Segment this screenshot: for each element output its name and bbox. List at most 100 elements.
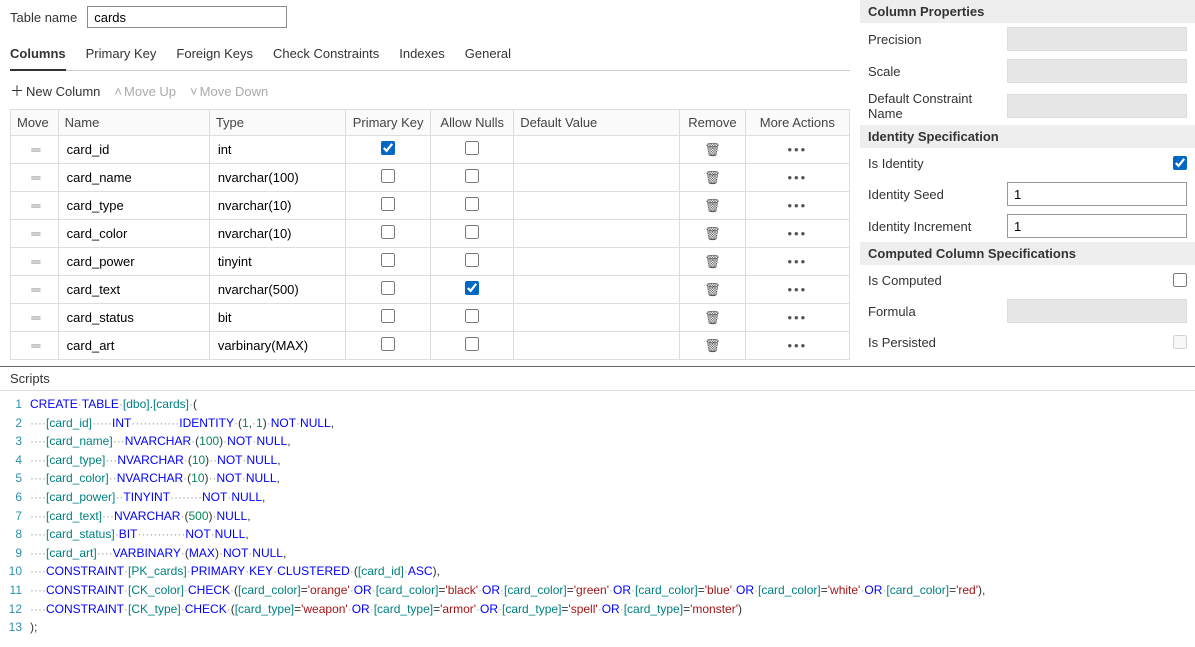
allow-nulls-checkbox[interactable] (465, 281, 479, 295)
primary-key-checkbox[interactable] (381, 197, 395, 211)
allow-nulls-checkbox[interactable] (465, 225, 479, 239)
identity-seed-input[interactable] (1007, 182, 1187, 206)
more-actions-button[interactable]: ••• (787, 226, 807, 241)
precision-input (1007, 27, 1187, 51)
column-type-input[interactable] (216, 280, 339, 299)
column-type-input[interactable] (216, 224, 339, 243)
drag-handle-icon[interactable]: ═ (11, 248, 59, 276)
formula-label: Formula (868, 304, 1001, 319)
table-row: ═ 🗑 ••• (11, 248, 850, 276)
column-name-input[interactable] (65, 252, 203, 271)
more-actions-button[interactable]: ••• (787, 282, 807, 297)
table-row: ═ 🗑 ••• (11, 136, 850, 164)
precision-label: Precision (868, 32, 1001, 47)
primary-key-checkbox[interactable] (381, 253, 395, 267)
default-value-input[interactable] (520, 336, 673, 355)
column-name-input[interactable] (65, 336, 203, 355)
default-value-input[interactable] (520, 140, 673, 159)
column-name-input[interactable] (65, 140, 203, 159)
column-type-input[interactable] (216, 196, 339, 215)
default-value-input[interactable] (520, 196, 673, 215)
table-row: ═ 🗑 ••• (11, 192, 850, 220)
drag-handle-icon[interactable]: ═ (11, 164, 59, 192)
primary-key-checkbox[interactable] (381, 141, 395, 155)
tab-columns[interactable]: Columns (10, 42, 66, 71)
col-header-type: Type (209, 110, 345, 136)
column-type-input[interactable] (216, 140, 339, 159)
trash-icon[interactable]: 🗑 (704, 282, 721, 297)
trash-icon[interactable]: 🗑 (704, 254, 721, 269)
column-name-input[interactable] (65, 224, 203, 243)
column-name-input[interactable] (65, 308, 203, 327)
column-type-input[interactable] (216, 308, 339, 327)
tab-foreign-keys[interactable]: Foreign Keys (176, 42, 253, 70)
column-name-input[interactable] (65, 168, 203, 187)
drag-handle-icon[interactable]: ═ (11, 304, 59, 332)
more-actions-button[interactable]: ••• (787, 170, 807, 185)
tab-check-constraints[interactable]: Check Constraints (273, 42, 379, 70)
allow-nulls-checkbox[interactable] (465, 169, 479, 183)
default-value-input[interactable] (520, 252, 673, 271)
is-persisted-label: Is Persisted (868, 335, 1167, 350)
trash-icon[interactable]: 🗑 (704, 310, 721, 325)
new-column-button[interactable]: ＋New Column (10, 81, 100, 101)
more-actions-button[interactable]: ••• (787, 310, 807, 325)
identity-increment-input[interactable] (1007, 214, 1187, 238)
column-type-input[interactable] (216, 168, 339, 187)
table-row: ═ 🗑 ••• (11, 332, 850, 360)
tab-general[interactable]: General (465, 42, 511, 70)
drag-handle-icon[interactable]: ═ (11, 276, 59, 304)
allow-nulls-checkbox[interactable] (465, 309, 479, 323)
columns-grid: Move Name Type Primary Key Allow Nulls D… (10, 109, 850, 360)
identity-increment-label: Identity Increment (868, 219, 1001, 234)
tab-primary-key[interactable]: Primary Key (86, 42, 157, 70)
trash-icon[interactable]: 🗑 (704, 226, 721, 241)
is-computed-label: Is Computed (868, 273, 1167, 288)
more-actions-button[interactable]: ••• (787, 338, 807, 353)
more-actions-button[interactable]: ••• (787, 142, 807, 157)
allow-nulls-checkbox[interactable] (465, 141, 479, 155)
allow-nulls-checkbox[interactable] (465, 253, 479, 267)
default-constraint-label: Default Constraint Name (868, 91, 1001, 121)
primary-key-checkbox[interactable] (381, 337, 395, 351)
drag-handle-icon[interactable]: ═ (11, 136, 59, 164)
drag-handle-icon[interactable]: ═ (11, 192, 59, 220)
trash-icon[interactable]: 🗑 (704, 338, 721, 353)
primary-key-checkbox[interactable] (381, 281, 395, 295)
move-up-button[interactable]: ˄Move Up (114, 84, 176, 99)
is-identity-checkbox[interactable] (1173, 156, 1187, 170)
column-name-input[interactable] (65, 280, 203, 299)
allow-nulls-checkbox[interactable] (465, 197, 479, 211)
col-header-pk: Primary Key (346, 110, 431, 136)
primary-key-checkbox[interactable] (381, 309, 395, 323)
column-type-input[interactable] (216, 252, 339, 271)
script-editor[interactable]: 1CREATE·TABLE·[dbo].[cards]·(2····[card_… (0, 391, 1195, 647)
primary-key-checkbox[interactable] (381, 225, 395, 239)
drag-handle-icon[interactable]: ═ (11, 220, 59, 248)
more-actions-button[interactable]: ••• (787, 198, 807, 213)
default-constraint-input (1007, 94, 1187, 118)
col-header-name: Name (58, 110, 209, 136)
default-value-input[interactable] (520, 168, 673, 187)
default-value-input[interactable] (520, 224, 673, 243)
trash-icon[interactable]: 🗑 (704, 170, 721, 185)
is-identity-label: Is Identity (868, 156, 1167, 171)
table-name-input[interactable] (87, 6, 287, 28)
trash-icon[interactable]: 🗑 (704, 142, 721, 157)
column-type-input[interactable] (216, 336, 339, 355)
drag-handle-icon[interactable]: ═ (11, 332, 59, 360)
is-computed-checkbox[interactable] (1173, 273, 1187, 287)
primary-key-checkbox[interactable] (381, 169, 395, 183)
default-value-input[interactable] (520, 280, 673, 299)
allow-nulls-checkbox[interactable] (465, 337, 479, 351)
tab-indexes[interactable]: Indexes (399, 42, 445, 70)
default-value-input[interactable] (520, 308, 673, 327)
more-actions-button[interactable]: ••• (787, 254, 807, 269)
table-row: ═ 🗑 ••• (11, 164, 850, 192)
properties-panel: Column Properties Precision Scale Defaul… (860, 0, 1195, 360)
move-down-button[interactable]: ˅Move Down (190, 84, 268, 99)
column-properties-title: Column Properties (860, 0, 1195, 23)
table-row: ═ 🗑 ••• (11, 220, 850, 248)
trash-icon[interactable]: 🗑 (704, 198, 721, 213)
column-name-input[interactable] (65, 196, 203, 215)
